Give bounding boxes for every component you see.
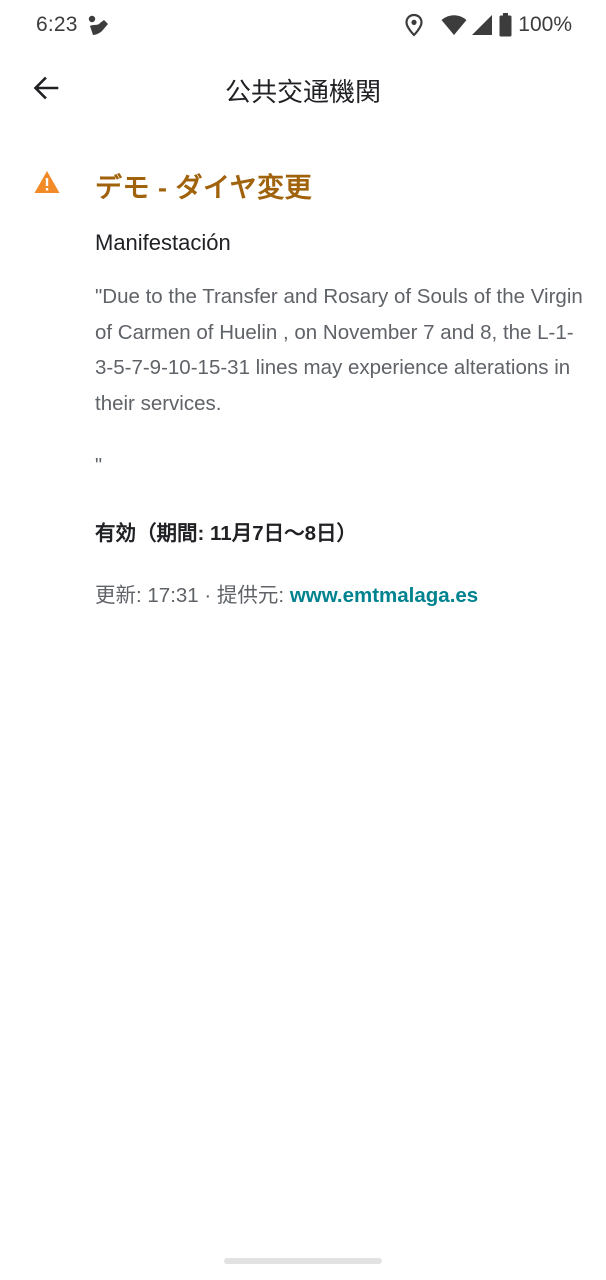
location-icon <box>403 13 425 37</box>
status-time: 6:23 <box>36 13 78 36</box>
alert-title: デモ - ダイヤ変更 <box>95 173 313 203</box>
alert-description-tail: " <box>95 455 103 477</box>
status-bar: 6:23 100% <box>0 0 606 52</box>
warning-icon <box>34 170 60 194</box>
provider-link[interactable]: www.emtmalaga.es <box>290 584 478 607</box>
screen: 6:23 100% 公共交通機関 デモ - ダイヤ変更 Manifestació… <box>0 0 606 1280</box>
phone-call-app-icon <box>86 14 110 38</box>
battery-icon <box>499 13 512 37</box>
validity-period: 有効（期間: 11月7日〜8日） <box>95 522 357 545</box>
cell-signal-icon <box>471 14 493 36</box>
updated-time-label: 更新: 17:31 · 提供元: <box>95 584 290 607</box>
battery-percentage: 100% <box>518 13 572 36</box>
update-source-line: 更新: 17:31 · 提供元: www.emtmalaga.es <box>95 578 478 608</box>
alert-description: "Due to the Transfer and Rosary of Souls… <box>95 285 583 415</box>
app-bar: 公共交通機関 <box>0 56 606 124</box>
wifi-icon <box>441 14 467 36</box>
status-icons: 100% <box>403 12 572 38</box>
page-title: 公共交通機関 <box>224 77 381 107</box>
alert-subtitle: Manifestación <box>95 230 231 255</box>
gesture-nav-handle[interactable] <box>224 1258 382 1264</box>
